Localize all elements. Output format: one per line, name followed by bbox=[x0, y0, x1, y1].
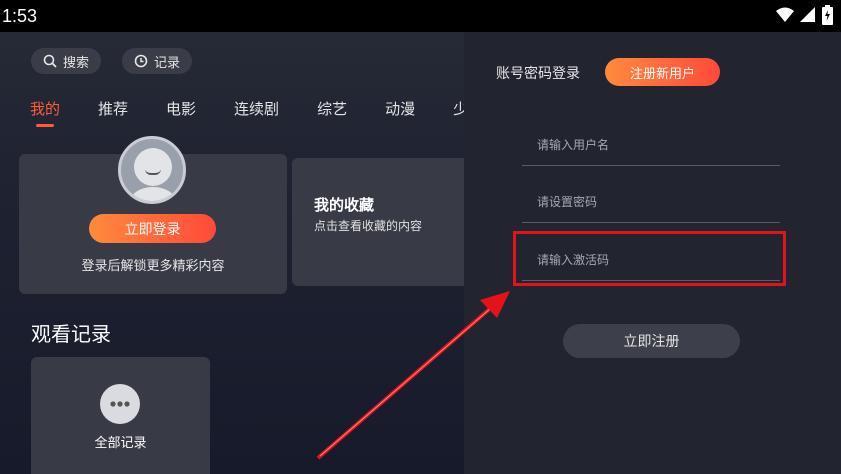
search-label: 搜索 bbox=[63, 55, 90, 71]
tab-recommend[interactable]: 推荐 bbox=[98, 98, 128, 119]
favorites-title: 我的收藏 bbox=[314, 196, 375, 214]
all-records-label: 全部记录 bbox=[94, 436, 147, 451]
favorites-subtitle: 点击查看收藏的内容 bbox=[314, 219, 423, 233]
tab-anime[interactable]: 动漫 bbox=[385, 98, 415, 119]
search-icon bbox=[43, 54, 57, 68]
signal-icon bbox=[800, 7, 815, 22]
history-button[interactable]: 记录 bbox=[122, 48, 193, 74]
tab-series[interactable]: 连续剧 bbox=[234, 98, 279, 119]
login-hint: 登录后解锁更多精彩内容 bbox=[81, 259, 225, 274]
battery-charging-icon bbox=[822, 5, 833, 25]
tab-account-login[interactable]: 账号密码登录 bbox=[496, 63, 580, 83]
tab-mine[interactable]: 我的 bbox=[30, 98, 60, 127]
username-input[interactable] bbox=[537, 138, 767, 152]
more-icon bbox=[100, 384, 140, 424]
highlight-box bbox=[513, 231, 786, 286]
password-input[interactable] bbox=[537, 195, 767, 209]
tab-register[interactable]: 注册新用户 bbox=[605, 58, 720, 86]
status-icons bbox=[776, 5, 833, 25]
category-tabs: 我的 推荐 电影 连续剧 综艺 动漫 少 bbox=[30, 98, 506, 127]
login-button[interactable]: 立即登录 bbox=[89, 214, 216, 243]
history-label: 记录 bbox=[154, 55, 181, 71]
username-field bbox=[522, 126, 780, 166]
password-field bbox=[522, 183, 780, 223]
clock-icon bbox=[134, 54, 148, 68]
tab-variety[interactable]: 综艺 bbox=[317, 98, 347, 119]
register-submit-button[interactable]: 立即注册 bbox=[563, 324, 740, 358]
status-time: 1:53 bbox=[2, 6, 38, 26]
wifi-icon bbox=[776, 7, 794, 22]
tab-movies[interactable]: 电影 bbox=[166, 98, 196, 119]
history-section-title: 观看记录 bbox=[31, 322, 111, 346]
status-bar: 1:53 bbox=[0, 0, 841, 32]
search-button[interactable]: 搜索 bbox=[31, 48, 102, 74]
avatar[interactable] bbox=[118, 136, 186, 204]
